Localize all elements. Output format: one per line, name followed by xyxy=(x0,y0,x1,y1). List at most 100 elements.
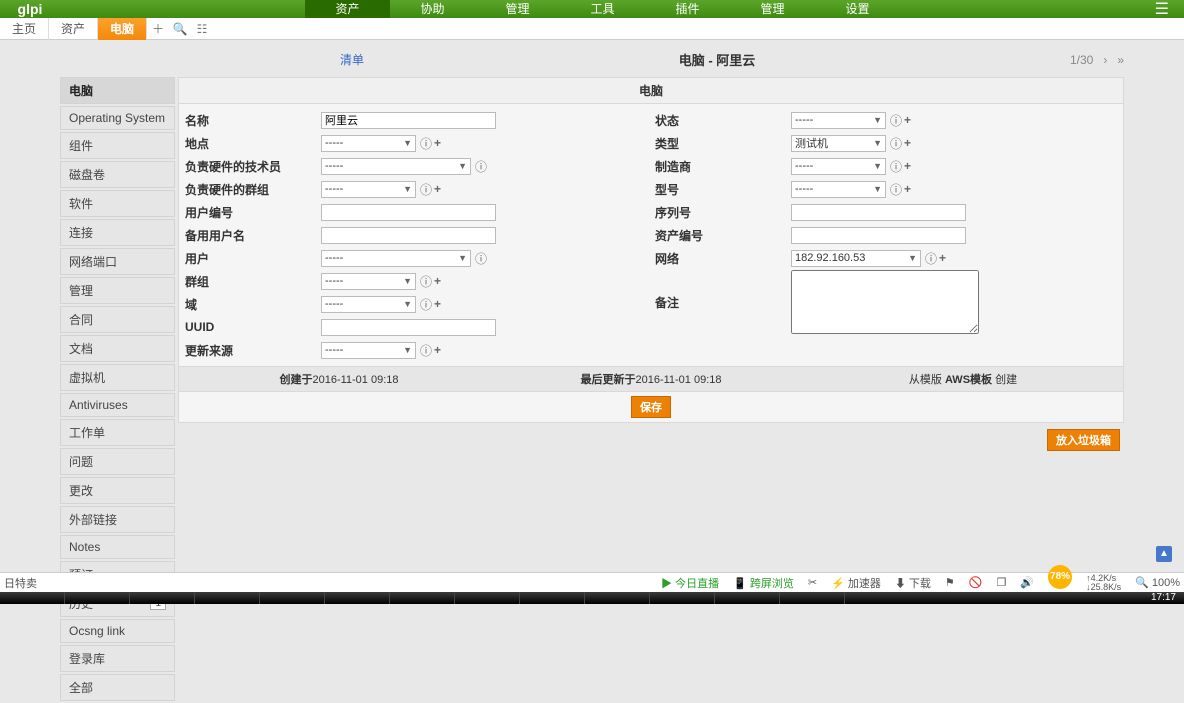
sidebar-item-os[interactable]: Operating System xyxy=(60,106,175,130)
taskbar-item[interactable] xyxy=(0,592,65,604)
name-input[interactable] xyxy=(321,112,496,129)
taskbar-item[interactable] xyxy=(650,592,715,604)
topnav-manage1[interactable]: 管理 xyxy=(475,0,560,18)
user-select[interactable]: -----▼ xyxy=(321,250,471,267)
add-icon[interactable]: + xyxy=(904,113,911,127)
taskbar-item[interactable] xyxy=(130,592,195,604)
add-icon[interactable]: ＋ xyxy=(147,20,169,37)
sidebar-item-antiviruses[interactable]: Antiviruses xyxy=(60,393,175,417)
info-icon[interactable]: ⓘ xyxy=(420,342,432,359)
net-speed-badge[interactable]: 78% xyxy=(1048,565,1072,589)
sidebar-item-notes[interactable]: Notes xyxy=(60,535,175,559)
save-button[interactable]: 保存 xyxy=(631,396,671,418)
taskbar-item[interactable] xyxy=(520,592,585,604)
taskbar-item[interactable] xyxy=(455,592,520,604)
usernum-input[interactable] xyxy=(321,204,496,221)
sidebar-item-tickets[interactable]: 工作单 xyxy=(60,419,175,446)
status-select[interactable]: -----▼ xyxy=(791,112,886,129)
altuser-input[interactable] xyxy=(321,227,496,244)
maker-select[interactable]: -----▼ xyxy=(791,158,886,175)
crumb-home[interactable]: 主页 xyxy=(0,18,49,40)
add-icon[interactable]: + xyxy=(434,343,441,357)
uuid-input[interactable] xyxy=(321,319,496,336)
assetnum-input[interactable] xyxy=(791,227,966,244)
add-icon[interactable]: + xyxy=(434,182,441,196)
sidebar-item-documents[interactable]: 文档 xyxy=(60,335,175,362)
add-icon[interactable]: + xyxy=(939,251,946,265)
taskbar-item[interactable] xyxy=(780,592,845,604)
techuser-select[interactable]: -----▼ xyxy=(321,158,471,175)
info-icon[interactable]: ⓘ xyxy=(925,250,937,267)
taskbar-item[interactable] xyxy=(65,592,130,604)
info-icon[interactable]: ⓘ xyxy=(420,273,432,290)
list-link[interactable]: 清单 xyxy=(340,51,364,68)
info-icon[interactable]: ⓘ xyxy=(420,296,432,313)
sidebar-item-loginlib[interactable]: 登录库 xyxy=(60,645,175,672)
group-select[interactable]: -----▼ xyxy=(321,273,416,290)
add-icon[interactable]: + xyxy=(904,159,911,173)
taskbar-item[interactable] xyxy=(715,592,780,604)
sidebar-item-netports[interactable]: 网络端口 xyxy=(60,248,175,275)
sidebar-item-contracts[interactable]: 合同 xyxy=(60,306,175,333)
status-accel[interactable]: 加速器 xyxy=(848,578,881,590)
block-icon[interactable]: 🚫 xyxy=(969,576,983,589)
info-icon[interactable]: ⓘ xyxy=(890,158,902,175)
topnav-assets[interactable]: 资产 xyxy=(305,0,390,18)
sidebar-item-components[interactable]: 组件 xyxy=(60,132,175,159)
techgroup-select[interactable]: -----▼ xyxy=(321,181,416,198)
info-icon[interactable]: ⓘ xyxy=(420,135,432,152)
add-icon[interactable]: + xyxy=(434,297,441,311)
network-select[interactable]: 182.92.160.53▼ xyxy=(791,250,921,267)
taskbar-item[interactable] xyxy=(390,592,455,604)
sidebar-item-management[interactable]: 管理 xyxy=(60,277,175,304)
sidebar-item-all[interactable]: 全部 xyxy=(60,674,175,701)
domain-select[interactable]: -----▼ xyxy=(321,296,416,313)
sidebar-item-problems[interactable]: 问题 xyxy=(60,448,175,475)
flag-icon[interactable]: ⚑ xyxy=(945,576,955,589)
model-select[interactable]: -----▼ xyxy=(791,181,886,198)
add-icon[interactable]: + xyxy=(434,274,441,288)
sidebar-item-computer[interactable]: 电脑 xyxy=(60,77,175,104)
zoom-level[interactable]: 100% xyxy=(1152,577,1180,589)
taskbar-item[interactable] xyxy=(195,592,260,604)
sidebar-item-ocsng[interactable]: Ocsng link xyxy=(60,619,175,643)
info-icon[interactable]: ⓘ xyxy=(890,135,902,152)
taskbar-item[interactable] xyxy=(260,592,325,604)
add-icon[interactable]: + xyxy=(904,136,911,150)
taskbar-item[interactable] xyxy=(585,592,650,604)
sidebar-item-volumes[interactable]: 磁盘卷 xyxy=(60,161,175,188)
topnav-assist[interactable]: 协助 xyxy=(390,0,475,18)
updatesrc-select[interactable]: -----▼ xyxy=(321,342,416,359)
sound-icon[interactable]: 🔊 xyxy=(1020,576,1034,589)
remark-textarea[interactable] xyxy=(791,270,979,334)
status-browser[interactable]: 跨屏浏览 xyxy=(750,578,794,590)
topnav-tools[interactable]: 工具 xyxy=(560,0,645,18)
pager-next-icon[interactable]: › xyxy=(1103,53,1107,67)
copy-icon[interactable]: ❐ xyxy=(996,576,1006,589)
location-select[interactable]: -----▼ xyxy=(321,135,416,152)
topnav-plugins[interactable]: 插件 xyxy=(645,0,730,18)
info-icon[interactable]: ⓘ xyxy=(475,158,487,175)
add-icon[interactable]: + xyxy=(434,136,441,150)
sidebar-item-connections[interactable]: 连接 xyxy=(60,219,175,246)
sidebar-item-vms[interactable]: 虚拟机 xyxy=(60,364,175,391)
crumb-assets[interactable]: 资产 xyxy=(49,18,98,40)
type-select[interactable]: 测试机▼ xyxy=(791,135,886,152)
info-icon[interactable]: ⓘ xyxy=(475,250,487,267)
pager-last-icon[interactable]: » xyxy=(1117,53,1124,67)
info-icon[interactable]: ⓘ xyxy=(890,181,902,198)
status-live[interactable]: 今日直播 xyxy=(675,578,719,590)
status-download[interactable]: 下载 xyxy=(909,578,931,590)
trash-button[interactable]: 放入垃圾箱 xyxy=(1047,429,1120,451)
add-icon[interactable]: + xyxy=(904,182,911,196)
info-icon[interactable]: ⓘ xyxy=(420,181,432,198)
sidebar-item-changes[interactable]: 更改 xyxy=(60,477,175,504)
sidebar-item-software[interactable]: 软件 xyxy=(60,190,175,217)
topnav-manage2[interactable]: 管理 xyxy=(730,0,815,18)
back-to-top-icon[interactable]: ▲ xyxy=(1156,546,1172,562)
list-icon[interactable]: ☷ xyxy=(191,22,213,36)
sidebar-item-extlinks[interactable]: 外部链接 xyxy=(60,506,175,533)
taskbar-item[interactable] xyxy=(325,592,390,604)
info-icon[interactable]: ⓘ xyxy=(890,112,902,129)
serial-input[interactable] xyxy=(791,204,966,221)
